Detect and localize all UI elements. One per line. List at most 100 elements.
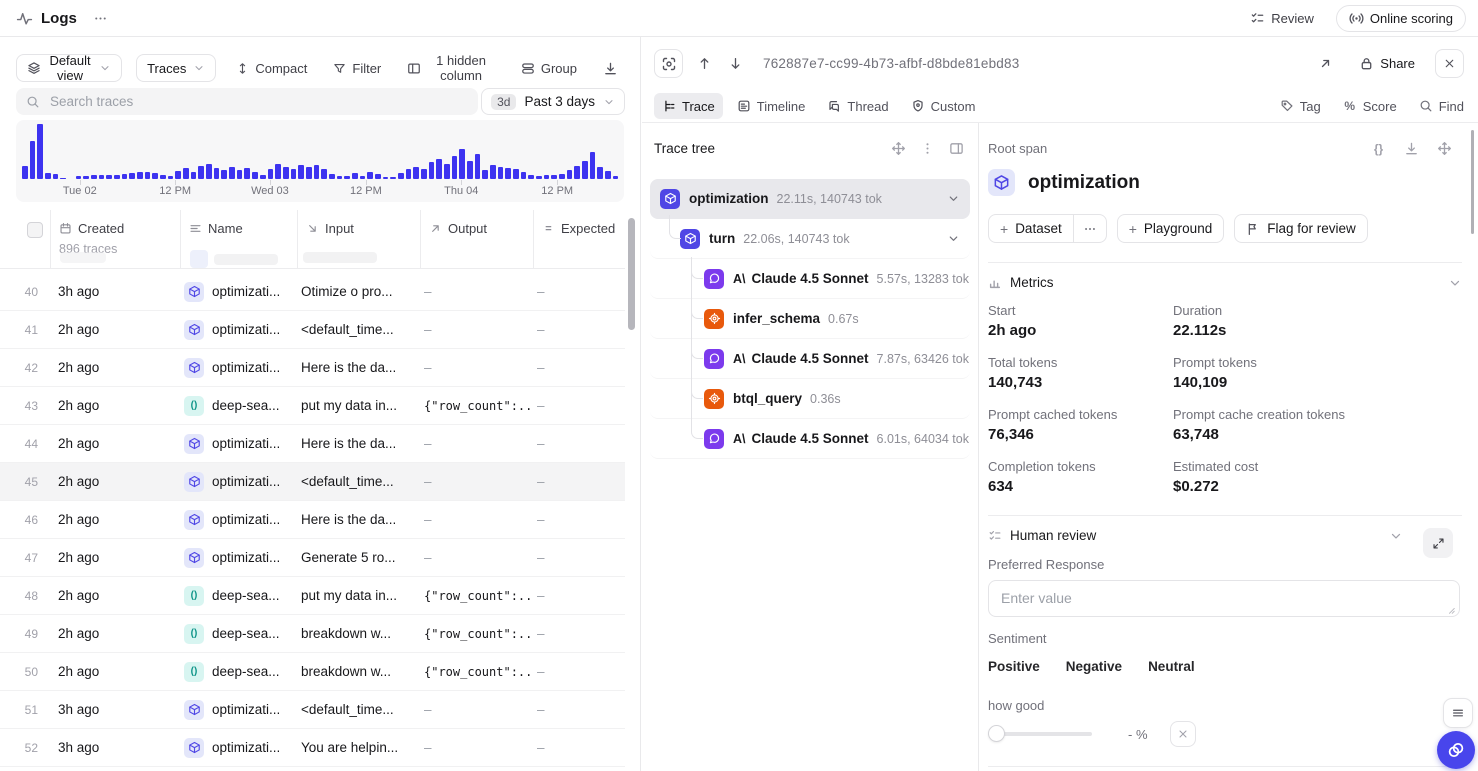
search-input[interactable] [48,93,468,110]
hist-bar [22,166,28,179]
select-all-cell [0,210,50,268]
action-find[interactable]: Find [1419,99,1464,114]
flag-for-review-button[interactable]: Flag for review [1234,214,1368,243]
column-header-expected[interactable]: =Expected [533,210,625,268]
tree-options-button[interactable] [920,141,935,156]
tree-item[interactable]: A\Claude 4.5 Sonnet6.01s, 64034 tok [650,419,970,459]
review-button[interactable]: Review [1244,7,1320,30]
hist-bar [475,154,481,179]
tree-item[interactable]: btql_query0.36s [650,379,970,419]
sentiment-negative[interactable]: Negative [1066,659,1122,674]
select-all-checkbox[interactable] [27,222,43,238]
tree-resize-button[interactable] [891,141,906,156]
tree-collapse-button[interactable] [949,141,964,156]
open-in-new-button[interactable] [1312,52,1339,75]
column-header-text: Input [325,221,354,236]
tab-label: Timeline [757,99,806,114]
hist-bar [160,175,166,179]
tree-item[interactable]: infer_schema0.67s [650,299,970,339]
table-row[interactable]: 403h agooptimizati...Otimize o pro...–– [0,273,625,311]
table-row[interactable]: 492h ago()deep-sea...breakdown w...{"row… [0,615,625,653]
tab-timeline[interactable]: Timeline [729,93,814,119]
tab-custom[interactable]: Custom [903,93,984,119]
hist-bar [91,175,97,179]
hist-bar [237,170,243,179]
expand-review-button[interactable] [1423,528,1453,558]
cell-expected: – [533,740,623,755]
compact-toggle[interactable]: Compact [230,57,313,80]
table-row[interactable]: 422h agooptimizati...Here is the da...–– [0,349,625,387]
table-row[interactable]: 472h agooptimizati...Generate 5 ro...–– [0,539,625,577]
assistant-fab[interactable] [1437,731,1475,769]
metric-label: Total tokens [988,355,1057,370]
floating-menu-button[interactable] [1443,698,1473,728]
group-button[interactable]: Group [515,57,583,80]
name-text: optimizati... [212,702,280,717]
online-scoring-button[interactable]: Online scoring [1336,5,1466,32]
span-resize-button[interactable] [1437,141,1452,156]
action-score[interactable]: %Score [1343,99,1397,114]
table-scrollbar[interactable] [628,218,635,330]
mode-selector[interactable]: Traces [136,54,216,82]
preferred-response-input[interactable] [988,580,1460,617]
sentiment-neutral[interactable]: Neutral [1148,659,1195,674]
focus-span-button[interactable] [654,49,683,78]
dataset-more-button[interactable] [1073,215,1106,242]
metric-value: 140,109 [1173,374,1227,391]
view-selector[interactable]: Default view [16,54,122,82]
date-range-selector[interactable]: 3d Past 3 days [481,88,625,115]
tree-item[interactable]: turn22.06s, 140743 tok [650,219,970,259]
add-to-dataset-button[interactable]: + Dataset [989,215,1073,242]
table-row[interactable]: 482h ago()deep-sea...put my data in...{"… [0,577,625,615]
name-text: deep-sea... [212,398,280,413]
metrics-section-header[interactable]: Metrics [988,275,1462,290]
chevron-down-icon [1448,276,1462,290]
action-tag[interactable]: Tag [1280,99,1321,114]
range-label: Past 3 days [524,94,595,109]
human-review-section-header[interactable]: Human review [988,528,1403,543]
share-button[interactable]: Share [1353,52,1421,75]
slider-thumb[interactable] [988,725,1005,742]
hist-bar [344,176,350,179]
move-icon [1437,141,1452,156]
table-row[interactable]: 513h agooptimizati...<default_time...–– [0,691,625,729]
export-button[interactable] [597,57,624,80]
prev-trace-button[interactable] [691,52,718,75]
tab-trace[interactable]: Trace [654,93,723,119]
name-text: optimizati... [212,360,280,375]
search-traces-box[interactable] [16,88,478,115]
detail-scrollbar[interactable] [1471,130,1474,234]
hist-bar [505,168,511,179]
sentiment-positive[interactable]: Positive [988,659,1040,674]
next-trace-button[interactable] [722,52,749,75]
table-row[interactable]: 502h ago()deep-sea...breakdown w...{"row… [0,653,625,691]
metric-label: Prompt cache creation tokens [1173,407,1345,422]
view-json-button[interactable]: {} [1371,141,1386,156]
hist-bar [114,175,120,179]
table-row[interactable]: 412h agooptimizati...<default_time...–– [0,311,625,349]
tree-item[interactable]: optimization22.11s, 140743 tok [650,179,970,219]
list-toolbar: Default view Traces Compact Filter 1 hid… [0,49,640,87]
filter-button[interactable]: Filter [327,57,387,80]
tree-item[interactable]: A\Claude 4.5 Sonnet7.87s, 63426 tok [650,339,970,379]
row-number: 50 [0,665,50,679]
table-row[interactable]: 523h agooptimizati...You are helpin...–– [0,729,625,767]
hidden-columns-button[interactable]: 1 hidden column [401,49,501,87]
table-row[interactable]: 462h agooptimizati...Here is the da...–– [0,501,625,539]
download-span-button[interactable] [1404,141,1419,156]
metric-label: Start [988,303,1015,318]
table-row[interactable]: 452h agooptimizati...<default_time...–– [0,463,625,501]
clear-score-button[interactable] [1170,721,1196,747]
table-row[interactable]: 432h ago()deep-sea...put my data in...{"… [0,387,625,425]
how-good-slider[interactable] [988,725,1092,743]
resize-handle-icon[interactable] [1445,604,1456,615]
metric-value: 22.112s [1173,322,1226,339]
column-header-output[interactable]: Output [420,210,533,268]
page-menu-button[interactable] [87,7,114,30]
focus-frame-icon [661,56,677,72]
close-panel-button[interactable] [1435,49,1464,78]
table-row[interactable]: 442h agooptimizati...Here is the da...–– [0,425,625,463]
open-playground-button[interactable]: + Playground [1117,214,1225,243]
tab-thread[interactable]: Thread [819,93,896,119]
tree-item[interactable]: A\Claude 4.5 Sonnet5.57s, 13283 tok [650,259,970,299]
